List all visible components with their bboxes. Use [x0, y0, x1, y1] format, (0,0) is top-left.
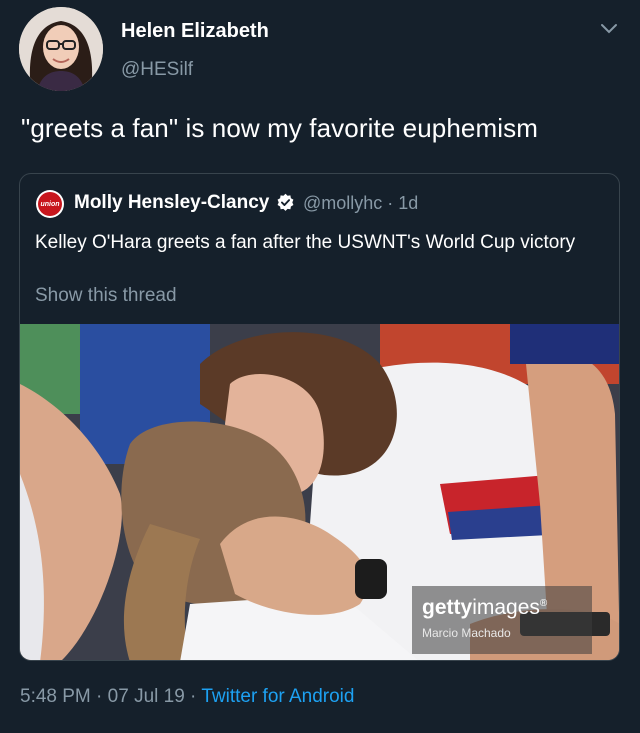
show-thread-link[interactable]: Show this thread: [35, 285, 177, 307]
getty-watermark: gettyimages® Marcio Machado: [412, 586, 592, 654]
tweet-date[interactable]: 07 Jul 19: [108, 686, 185, 707]
tweet-client-link[interactable]: Twitter for Android: [201, 686, 354, 707]
verified-badge-icon: [277, 193, 294, 211]
author-handle[interactable]: @HESilf: [121, 59, 193, 81]
author-avatar[interactable]: [19, 7, 103, 91]
quoted-avatar-logo: union: [38, 192, 62, 216]
quoted-tweet-card[interactable]: union Molly Hensley-Clancy @mollyhc · 1d…: [19, 173, 620, 661]
tweet-meta: 5:48 PM · 07 Jul 19 · Twitter for Androi…: [20, 686, 354, 708]
tweet-text: "greets a fan" is now my favorite euphem…: [21, 113, 538, 143]
quoted-author-name[interactable]: Molly Hensley-Clancy: [74, 192, 269, 214]
quoted-author-handle-time: @mollyhc · 1d: [303, 193, 419, 213]
author-name[interactable]: Helen Elizabeth: [121, 20, 269, 43]
author-avatar-image: [19, 7, 103, 91]
watermark-brand: gettyimages®: [422, 596, 548, 619]
tweet-time[interactable]: 5:48 PM: [20, 686, 91, 707]
watermark-credit: Marcio Machado: [422, 626, 511, 640]
quoted-tweet-text: Kelley O'Hara greets a fan after the USW…: [35, 232, 576, 253]
chevron-down-icon[interactable]: [600, 22, 618, 36]
tweet-photo[interactable]: gettyimages® Marcio Machado: [20, 324, 619, 660]
meta-separator: ·: [184, 686, 202, 707]
meta-separator: ·: [90, 686, 108, 707]
quoted-author-avatar[interactable]: union: [36, 190, 64, 218]
